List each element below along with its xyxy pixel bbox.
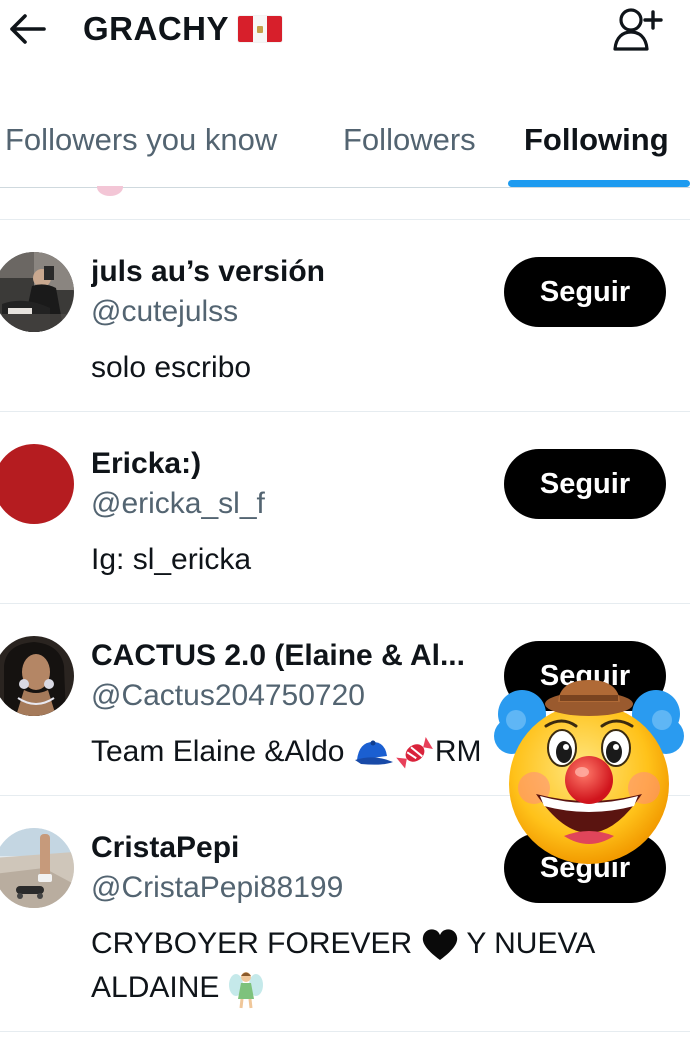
user-handle: @Cactus204750720 — [91, 679, 365, 712]
list-item[interactable]: juls au’s versión @cutejulss solo escrib… — [0, 220, 690, 411]
tab-followers-you-know[interactable]: Followers you know — [5, 108, 277, 188]
previous-row-peek — [97, 186, 125, 196]
top-bar: GRACHY — [0, 0, 690, 58]
tab-following[interactable]: Following — [524, 108, 669, 188]
user-bio: Team Elaine &Aldo RM — [91, 730, 481, 774]
blue-cap-emoji — [354, 740, 393, 765]
bio-text: CRYBOYER FOREVER — [91, 927, 421, 960]
avatar[interactable] — [0, 444, 74, 524]
user-name: Ericka:) — [91, 447, 202, 480]
avatar[interactable] — [0, 636, 74, 716]
back-button[interactable] — [6, 8, 48, 50]
user-handle: @CristaPepi88199 — [91, 871, 344, 904]
user-name: juls au’s versión — [91, 255, 325, 288]
list-item[interactable]: Ericka:) @ericka_sl_f Ig: sl_ericka Segu… — [0, 412, 690, 603]
profile-title: GRACHY — [83, 8, 282, 50]
peru-flag-icon — [238, 16, 282, 42]
user-handle: @cutejulss — [91, 295, 239, 328]
avatar[interactable] — [0, 828, 74, 908]
user-name: CACTUS 2.0 (Elaine & Al... — [91, 639, 465, 672]
bio-suffix: RM — [434, 735, 482, 768]
bio-text: Team Elaine &Aldo — [91, 735, 353, 768]
candy-emoji — [396, 737, 433, 769]
black-heart-emoji — [422, 929, 457, 961]
bio-text: ALDAINE — [91, 971, 228, 1004]
user-bio: Ig: sl_ericka — [91, 543, 252, 576]
user-name: CristaPepi — [91, 831, 240, 864]
divider — [0, 1031, 690, 1032]
user-bio: solo escribo — [91, 351, 252, 384]
tab-followers[interactable]: Followers — [343, 108, 476, 188]
active-tab-indicator — [508, 180, 690, 187]
follow-button[interactable]: Seguir — [504, 257, 666, 327]
tab-bar: Followers you know Followers Following — [0, 108, 690, 188]
clown-face-icon — [494, 680, 684, 864]
page-title: GRACHY — [83, 10, 230, 47]
avatar[interactable] — [0, 252, 74, 332]
person-add-icon — [613, 8, 663, 51]
user-bio: CRYBOYER FOREVER Y NUEVA ALDAINE — [91, 922, 651, 1010]
add-user-button[interactable] — [612, 4, 664, 54]
fairy-emoji — [228, 972, 263, 1009]
follow-button[interactable]: Seguir — [504, 449, 666, 519]
bio-text: Y NUEVA — [458, 927, 596, 960]
user-handle: @ericka_sl_f — [91, 487, 265, 520]
arrow-left-icon — [10, 14, 46, 44]
